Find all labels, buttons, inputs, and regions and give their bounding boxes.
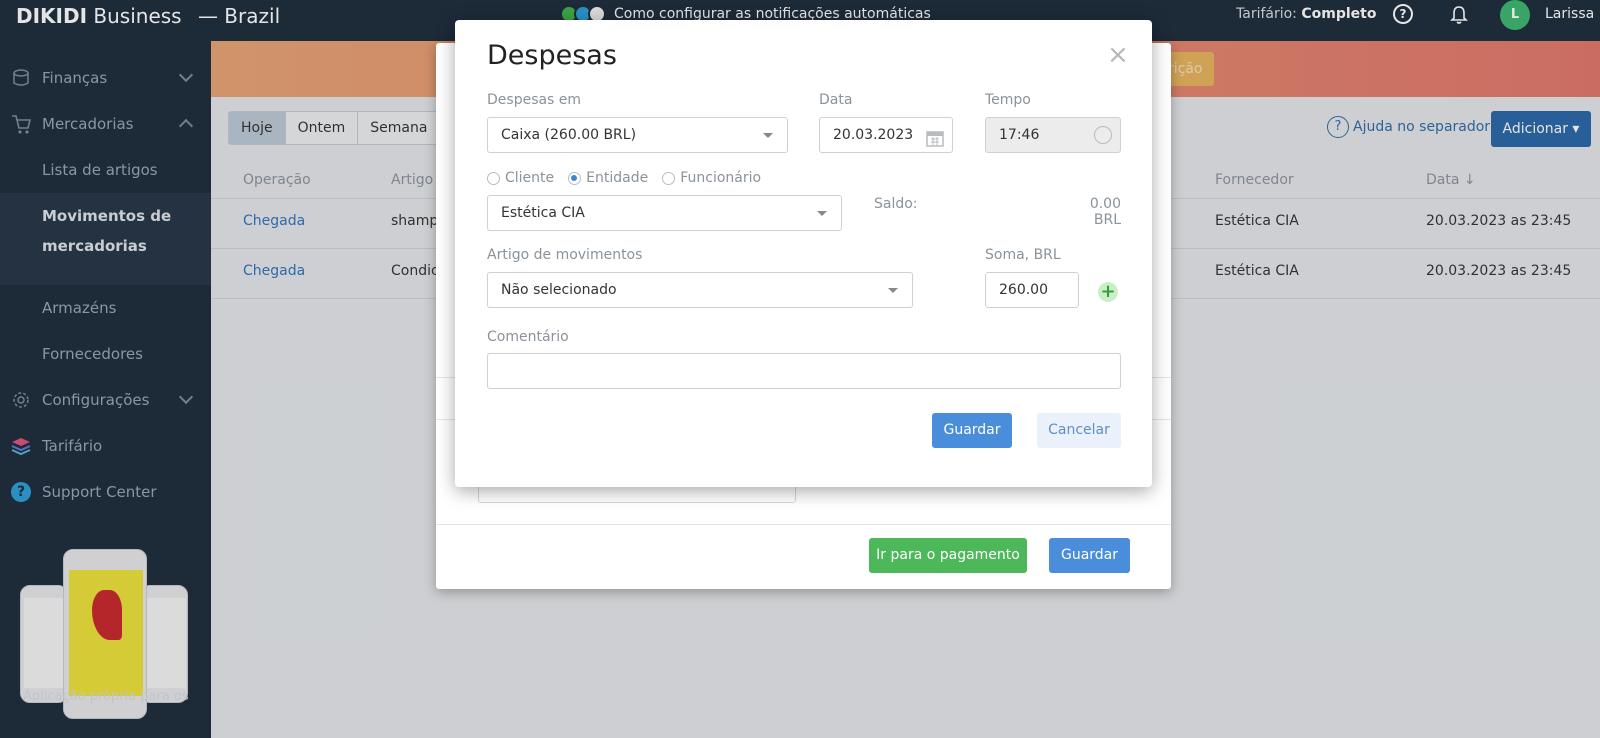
calendar-icon[interactable] <box>926 126 944 147</box>
date-label: Data <box>819 92 853 108</box>
go-to-payment-button[interactable]: Ir para o pagamento <box>869 538 1027 573</box>
entity-select[interactable]: Estética CIA <box>487 195 842 231</box>
balance-label: Saldo: <box>874 196 918 212</box>
caret-down-icon <box>763 133 773 138</box>
radio-circle-icon <box>487 171 500 185</box>
radio-label: Cliente <box>505 170 555 186</box>
counterparty-type-radios: Cliente Entidade Funcionário <box>487 170 761 186</box>
time-value: 17:46 <box>999 127 1040 143</box>
caret-down-icon <box>888 288 898 293</box>
radio-label: Entidade <box>586 170 649 186</box>
radio-label: Funcionário <box>680 170 762 186</box>
article-select[interactable]: Não selecionado <box>487 272 913 308</box>
add-row-plus-icon[interactable]: + <box>1098 282 1118 302</box>
cancel-button[interactable]: Cancelar <box>1037 413 1121 448</box>
article-label: Artigo de movimentos <box>487 247 643 263</box>
arrival-save-button[interactable]: Guardar <box>1049 538 1130 573</box>
sum-input[interactable]: 260.00 <box>985 272 1079 308</box>
radio-funcionario[interactable]: Funcionário <box>662 170 761 186</box>
expense-in-select[interactable]: Caixa (260.00 BRL) <box>487 117 788 153</box>
article-value: Não selecionado <box>501 282 617 298</box>
sum-value: 260.00 <box>999 282 1048 298</box>
entity-value: Estética CIA <box>501 205 585 221</box>
balance-value: 0.00 BRL <box>1089 196 1121 228</box>
modal-title: Despesas <box>487 40 617 71</box>
radio-entidade[interactable]: Entidade <box>568 170 648 186</box>
sum-label: Soma, BRL <box>985 247 1061 263</box>
comment-label: Comentário <box>487 329 569 345</box>
radio-cliente[interactable]: Cliente <box>487 170 554 186</box>
date-value: 20.03.2023 <box>833 127 914 143</box>
expenses-modal: Despesas × Despesas em Caixa (260.00 BRL… <box>455 20 1152 487</box>
radio-checked-icon <box>568 171 582 185</box>
radio-circle-icon <box>662 171 676 185</box>
time-label: Tempo <box>985 92 1031 108</box>
time-input[interactable]: 17:46 <box>985 117 1121 153</box>
comment-input[interactable] <box>487 353 1121 389</box>
expense-in-value: Caixa (260.00 BRL) <box>501 127 637 143</box>
close-icon[interactable]: × <box>1107 42 1129 68</box>
save-button[interactable]: Guardar <box>932 413 1012 448</box>
date-input[interactable]: 20.03.2023 <box>819 117 953 153</box>
expense-in-label: Despesas em <box>487 92 582 108</box>
clock-icon <box>1094 126 1112 144</box>
caret-down-icon <box>817 211 827 216</box>
